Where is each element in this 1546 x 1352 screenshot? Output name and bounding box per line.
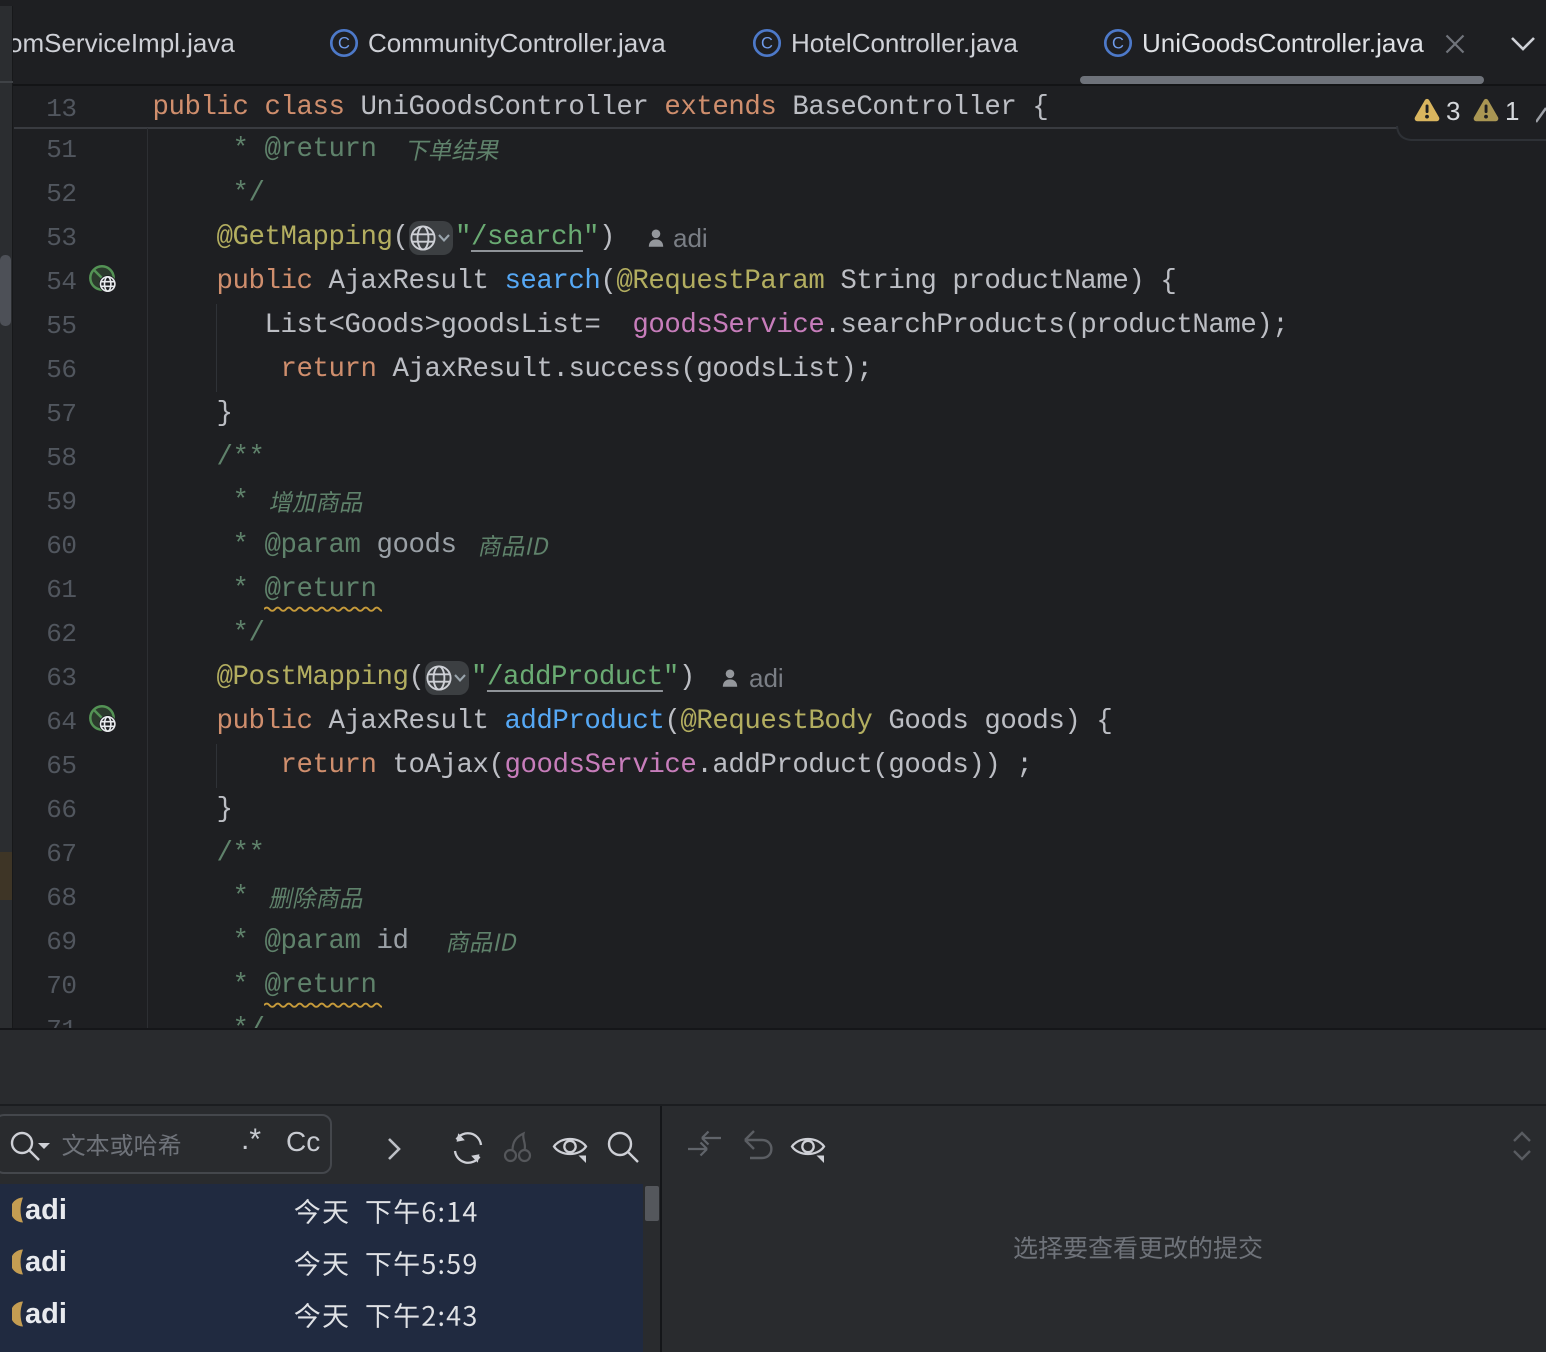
- svg-text:C: C: [761, 35, 773, 53]
- svg-text:C: C: [338, 35, 350, 53]
- svg-text:C: C: [1112, 35, 1124, 53]
